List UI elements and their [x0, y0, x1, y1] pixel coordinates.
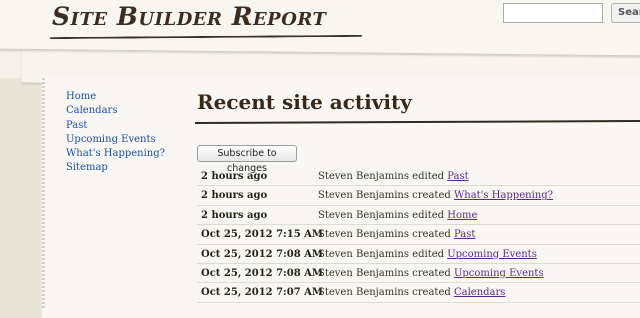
activity-page-link[interactable]: What's Happening? [454, 190, 553, 201]
activity-time: 2 hours ago [201, 171, 268, 182]
sidebar-item-past[interactable]: Past [66, 119, 165, 133]
activity-page-link[interactable]: Past [454, 229, 475, 240]
activity-row: 2 hours ago Steven Benjamins created Wha… [197, 186, 640, 206]
activity-description: Steven Benjamins created Past [318, 229, 475, 240]
activity-text: Steven Benjamins created [318, 267, 451, 279]
activity-description: Steven Benjamins edited Home [318, 210, 477, 221]
activity-row: Oct 25, 2012 7:08 AM Steven Benjamins ed… [197, 245, 640, 264]
activity-time: Oct 25, 2012 7:08 AM [201, 248, 323, 260]
activity-description: Steven Benjamins edited Upcoming Events [318, 249, 537, 260]
activity-description: Steven Benjamins created What's Happenin… [318, 190, 553, 201]
activity-text: Steven Benjamins created [318, 190, 451, 202]
paper-perforation [42, 78, 45, 308]
activity-text: Steven Benjamins edited [318, 248, 445, 260]
activity-row: 2 hours ago Steven Benjamins edited Home [197, 206, 640, 226]
activity-list: 2 hours ago Steven Benjamins edited Past… [197, 167, 640, 303]
site-title[interactable]: Site Builder Report [52, 2, 326, 31]
search-button[interactable]: Search [611, 3, 640, 23]
search-input[interactable] [503, 3, 603, 23]
activity-description: Steven Benjamins edited Past [318, 171, 469, 182]
activity-page-link[interactable]: Home [447, 210, 477, 221]
page-title: Recent site activity [197, 90, 412, 114]
activity-row: Oct 25, 2012 7:08 AM Steven Benjamins cr… [197, 264, 640, 284]
activity-description: Steven Benjamins created Calendars [318, 287, 505, 298]
activity-time: Oct 25, 2012 7:07 AM [201, 287, 323, 299]
subscribe-button[interactable]: Subscribe to changes [197, 145, 297, 174]
activity-page-link[interactable]: Past [447, 171, 468, 182]
activity-text: Steven Benjamins edited [318, 209, 445, 221]
sidebar-item-whats-happening[interactable]: What's Happening? [66, 147, 165, 161]
sidebar-item-calendars[interactable]: Calendars [66, 104, 165, 118]
activity-time: Oct 25, 2012 7:08 AM [201, 267, 323, 279]
activity-text: Steven Benjamins edited [318, 171, 445, 182]
sidebar-nav: Home Calendars Past Upcoming Events What… [66, 90, 165, 176]
activity-page-link[interactable]: Upcoming Events [454, 268, 544, 279]
sidebar-item-sitemap[interactable]: Sitemap [66, 161, 165, 175]
activity-description: Steven Benjamins created Upcoming Events [318, 268, 544, 279]
activity-text: Steven Benjamins created [318, 287, 451, 299]
activity-time: 2 hours ago [201, 209, 268, 221]
activity-page-link[interactable]: Upcoming Events [447, 249, 537, 260]
sidebar-item-home[interactable]: Home [66, 90, 165, 104]
activity-time: Oct 25, 2012 7:15 AM [201, 229, 323, 241]
sidebar-item-upcoming-events[interactable]: Upcoming Events [66, 133, 165, 147]
activity-row: Oct 25, 2012 7:15 AM Steven Benjamins cr… [197, 225, 640, 245]
activity-row: 2 hours ago Steven Benjamins edited Past [197, 167, 640, 187]
activity-text: Steven Benjamins created [318, 229, 451, 241]
activity-time: 2 hours ago [201, 190, 268, 202]
activity-page-link[interactable]: Calendars [454, 287, 505, 298]
